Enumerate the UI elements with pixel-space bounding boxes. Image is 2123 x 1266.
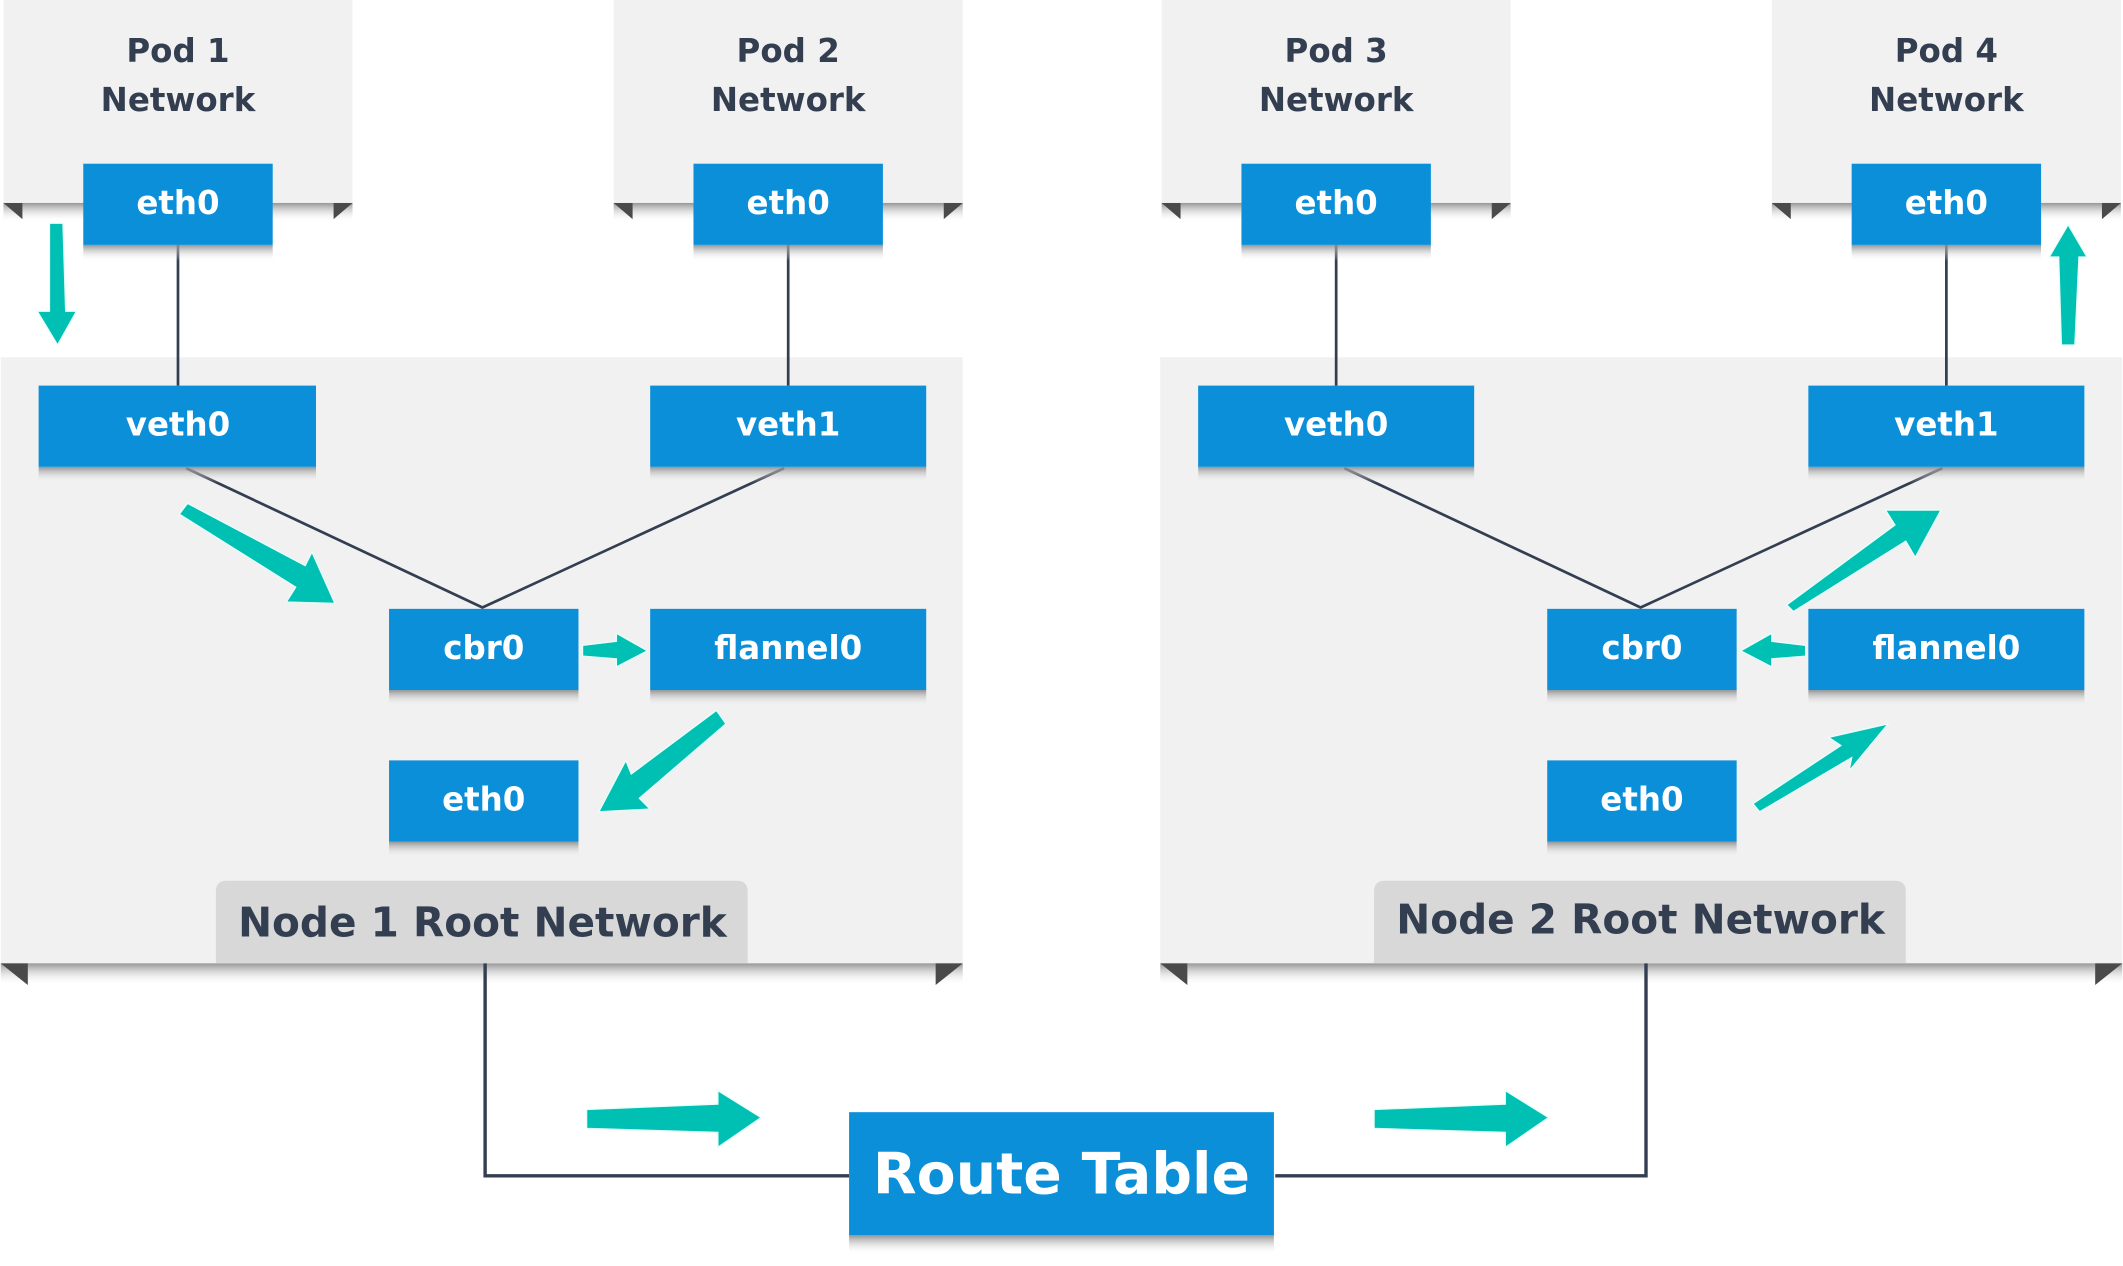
node-2-veth0-box[interactable]: veth0 xyxy=(1198,385,1475,484)
route-table-box[interactable]: Route Table xyxy=(849,1112,1274,1255)
node-2-veth1-box[interactable]: veth1 xyxy=(1808,385,2085,484)
pod-1-eth0-box[interactable]: eth0 xyxy=(83,163,273,262)
pod-subtitle: Network xyxy=(1259,81,1415,119)
diagram-canvas: Pod 1 Network Pod 2 Network Pod 3 Networ… xyxy=(0,0,2123,1255)
node-1-veth0-box[interactable]: veth0 xyxy=(38,385,316,484)
flow-arrow-icon xyxy=(585,1089,763,1149)
node-1-cbr0-box[interactable]: cbr0 xyxy=(389,608,579,707)
flow-arrow-icon xyxy=(36,222,78,347)
pod-title: Pod 1 xyxy=(126,32,229,70)
node-1-eth0-box[interactable]: eth0 xyxy=(389,760,579,858)
interface-label: cbr0 xyxy=(443,629,524,667)
interface-label: flannel0 xyxy=(1872,629,2020,667)
wire-route-table-to-node2 xyxy=(1275,963,1648,1178)
pod-title: Pod 2 xyxy=(737,32,840,70)
node-1-flannel0-box[interactable]: flannel0 xyxy=(650,608,927,707)
interface-label: veth1 xyxy=(1894,406,1998,444)
flow-arrow-icon xyxy=(1373,1089,1550,1149)
pod-subtitle: Network xyxy=(711,81,867,119)
node-2-cbr0-box[interactable]: cbr0 xyxy=(1547,608,1737,707)
wire-node1-to-route-table xyxy=(483,963,850,1178)
pod-title: Pod 4 xyxy=(1895,32,1998,70)
pod-title: Pod 3 xyxy=(1285,32,1388,70)
node-2-flannel0-box[interactable]: flannel0 xyxy=(1808,608,2085,707)
pod-subtitle: Network xyxy=(101,81,257,119)
interface-label: veth0 xyxy=(126,406,230,444)
interface-label: cbr0 xyxy=(1601,629,1682,667)
interface-label: eth0 xyxy=(1295,184,1378,222)
pod-4-eth0-box[interactable]: eth0 xyxy=(1851,163,2042,262)
interface-label: eth0 xyxy=(136,184,219,222)
node-1-veth1-box[interactable]: veth1 xyxy=(650,385,927,484)
node-label: Node 2 Root Network xyxy=(1396,896,1886,944)
interface-label: eth0 xyxy=(1600,780,1683,818)
route-table-label: Route Table xyxy=(873,1141,1250,1207)
flow-arrow-icon xyxy=(2048,223,2089,346)
pod-subtitle: Network xyxy=(1869,81,2025,119)
interface-label: eth0 xyxy=(1905,184,1988,222)
pod-2-eth0-box[interactable]: eth0 xyxy=(693,163,883,262)
interface-label: eth0 xyxy=(442,780,525,818)
interface-label: veth0 xyxy=(1284,406,1388,444)
pod-3-eth0-box[interactable]: eth0 xyxy=(1241,163,1431,262)
interface-label: veth1 xyxy=(736,406,840,444)
node-label: Node 1 Root Network xyxy=(238,898,728,946)
interface-label: eth0 xyxy=(747,184,830,222)
flannel-packet-flow-diagram: Pod 1 Network Pod 2 Network Pod 3 Networ… xyxy=(0,0,2123,1261)
node-2-eth0-box[interactable]: eth0 xyxy=(1547,760,1737,858)
interface-label: flannel0 xyxy=(714,629,862,667)
